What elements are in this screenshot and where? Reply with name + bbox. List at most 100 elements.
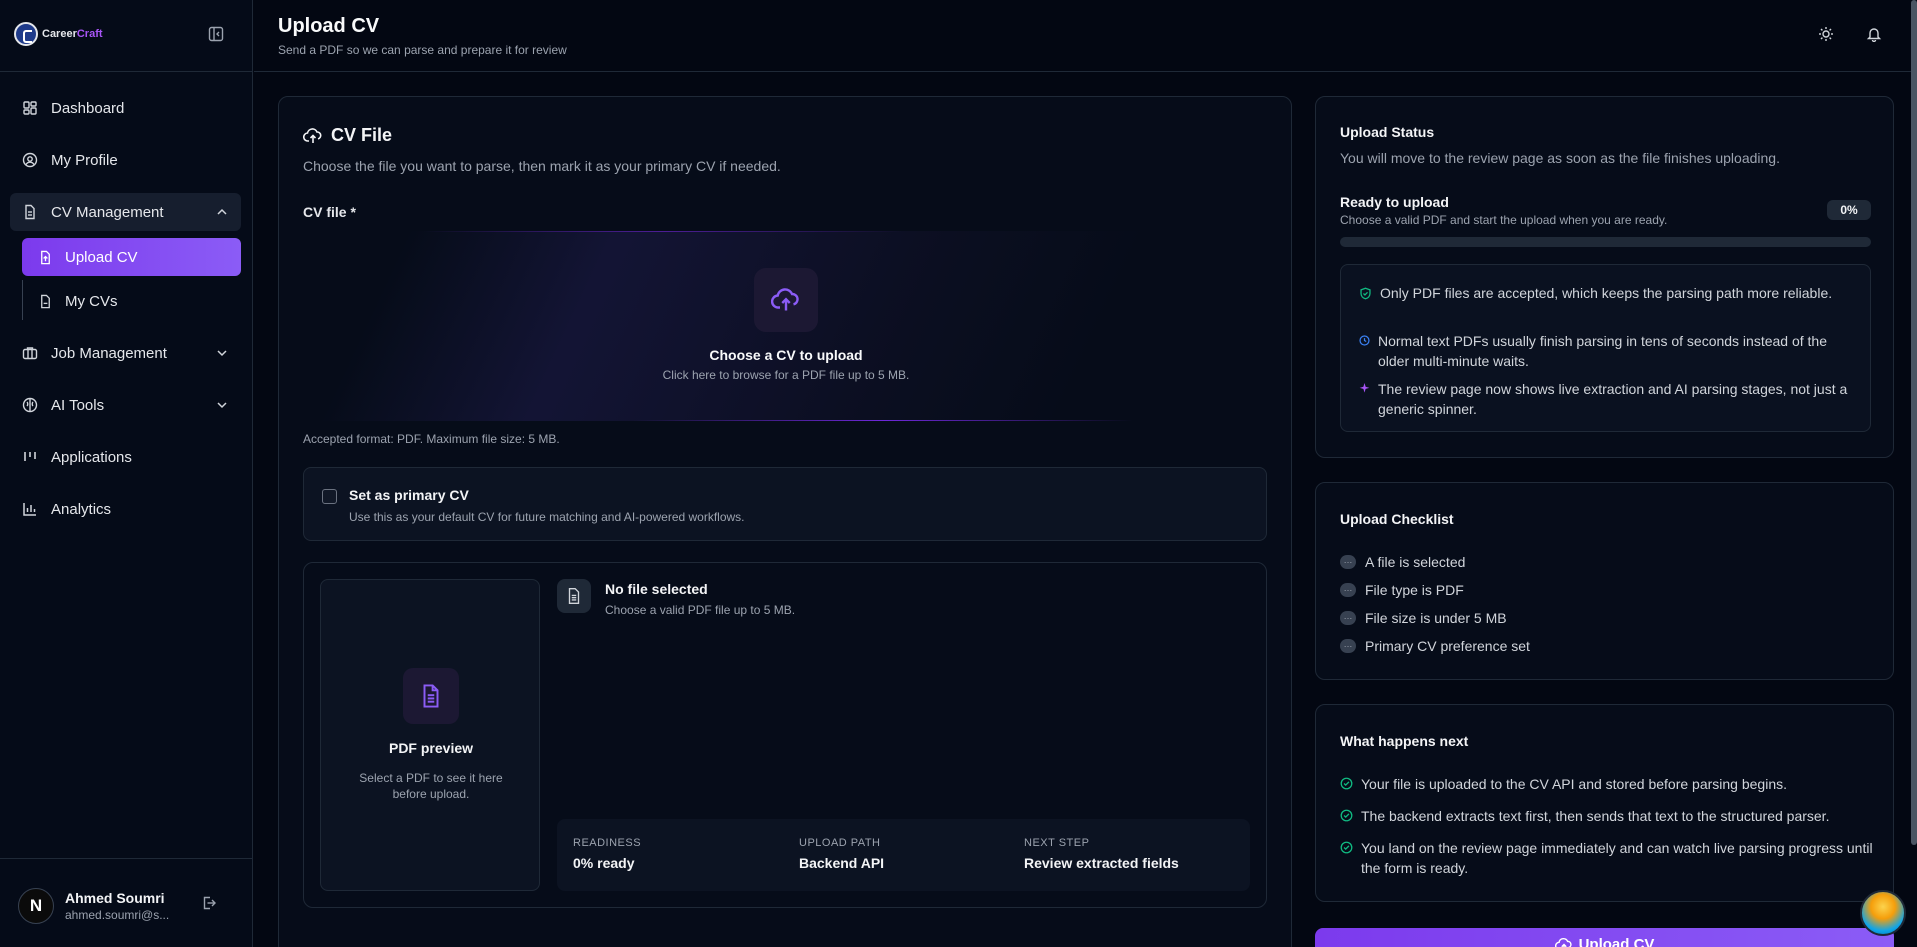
user-circle-icon [22, 152, 38, 168]
nav-upload-cv-label: Upload CV [65, 248, 138, 266]
what-happens-next-card: What happens next Your file is uploaded … [1315, 704, 1894, 902]
sidebar: CareerCraft Dashboard My Profile CV Mana… [0, 0, 253, 947]
pdf-file-icon [403, 668, 459, 724]
next-step-item: You land on the review page immediately … [1340, 838, 1880, 878]
page-subtitle: Send a PDF so we can parse and prepare i… [278, 43, 567, 57]
cv-file-label: CV file * [303, 204, 356, 220]
cv-file-description: Choose the file you want to parse, then … [303, 158, 781, 174]
progress-percent-badge: 0% [1827, 200, 1871, 220]
nav-upload-cv[interactable]: Upload CV [22, 238, 241, 276]
nav-my-profile[interactable]: My Profile [10, 141, 241, 179]
note-item: Normal text PDFs usually finish parsing … [1359, 331, 1859, 371]
dropzone-border-bottom [633, 420, 1133, 421]
ready-subtitle: Choose a valid PDF and start the upload … [1340, 213, 1668, 227]
upload-stats: READINESS 0% ready UPLOAD PATH Backend A… [557, 819, 1250, 891]
check-circle-icon [1340, 777, 1353, 790]
nav-analytics[interactable]: Analytics [10, 490, 241, 528]
chevron-down-icon [217, 402, 227, 409]
next-title: What happens next [1340, 733, 1469, 749]
cloud-upload-icon [303, 127, 322, 143]
pending-icon: … [1340, 611, 1356, 625]
avatar: N [18, 888, 54, 924]
primary-cv-title: Set as primary CV [349, 487, 469, 503]
shield-check-icon [1360, 287, 1371, 300]
sidebar-divider [0, 71, 253, 72]
check-circle-icon [1340, 809, 1353, 822]
cloud-upload-icon [754, 268, 818, 332]
check-circle-icon [1340, 841, 1353, 854]
dropzone-subtitle: Click here to browse for a PDF file up t… [662, 368, 910, 382]
chevron-down-icon [217, 350, 227, 357]
nav-job-management[interactable]: Job Management [10, 334, 241, 372]
bell-icon[interactable] [1866, 26, 1882, 42]
cloud-upload-icon [1554, 937, 1572, 947]
primary-cv-subtitle: Use this as your default CV for future m… [349, 510, 745, 524]
sparkles-icon [1359, 383, 1370, 393]
checklist-item: … File type is PDF [1340, 582, 1464, 598]
logo-icon [14, 22, 38, 46]
nav-cv-management[interactable]: CV Management [10, 193, 241, 231]
next-step-item: Your file is uploaded to the CV API and … [1340, 774, 1880, 794]
sun-icon[interactable] [1818, 26, 1834, 42]
nav-applications-label: Applications [51, 448, 132, 466]
file-icon [41, 294, 50, 308]
nav-my-cvs[interactable]: My CVs [22, 282, 241, 320]
stat-readiness: READINESS 0% ready [573, 837, 642, 871]
primary-cv-option[interactable]: Set as primary CV Use this as your defau… [303, 467, 1267, 541]
user-name: Ahmed Soumri [65, 890, 165, 906]
sidebar-divider [0, 858, 253, 859]
user-menu[interactable]: N Ahmed Soumri ahmed.soumri@s... [18, 888, 169, 924]
checklist-item: … File size is under 5 MB [1340, 610, 1507, 626]
accepted-format-note: Accepted format: PDF. Maximum file size:… [303, 432, 560, 446]
nav-job-management-label: Job Management [51, 344, 167, 362]
primary-cv-checkbox[interactable] [322, 489, 337, 504]
assistant-avatar-button[interactable] [1860, 890, 1906, 936]
nav-cv-management-label: CV Management [51, 203, 164, 221]
checklist-item: … Primary CV preference set [1340, 638, 1530, 654]
next-step-item: The backend extracts text first, then se… [1340, 806, 1880, 826]
ready-title: Ready to upload [1340, 194, 1449, 210]
cv-file-card: CV File Choose the file you want to pars… [278, 96, 1292, 947]
upload-checklist-card: Upload Checklist … A file is selected … Fi… [1315, 482, 1894, 680]
cv-file-heading: CV File [303, 125, 392, 146]
upload-status-description: You will move to the review page as soon… [1340, 150, 1780, 166]
nav-analytics-label: Analytics [51, 500, 112, 518]
upload-cv-button[interactable]: Upload CV [1315, 928, 1894, 947]
brand-logo[interactable]: CareerCraft [14, 22, 103, 46]
pdf-preview-title: PDF preview [388, 740, 474, 756]
nav-ai-tools-label: AI Tools [51, 396, 105, 414]
page-title: Upload CV [278, 15, 380, 37]
clock-icon [1359, 335, 1370, 346]
page-scrollbar[interactable] [1911, 0, 1917, 845]
brand-name: CareerCraft [42, 28, 103, 40]
briefcase-icon [22, 347, 38, 360]
nav-my-cvs-label: My CVs [65, 292, 118, 310]
kanban-icon [24, 452, 36, 461]
pdf-preview-subtitle: Select a PDF to see it here before uploa… [359, 771, 503, 801]
sidebar-collapse-icon[interactable] [208, 26, 224, 42]
pending-icon: … [1340, 639, 1356, 653]
user-email: ahmed.soumri@s... [65, 908, 170, 922]
upload-status-card: Upload Status You will move to the revie… [1315, 96, 1894, 458]
upload-status-title: Upload Status [1340, 124, 1435, 140]
stat-next-step: NEXT STEP Review extracted fields [1024, 837, 1179, 871]
nav-dashboard[interactable]: Dashboard [10, 89, 241, 127]
brain-icon [22, 397, 38, 413]
checklist-title: Upload Checklist [1340, 511, 1454, 527]
file-preview-panel: PDF preview Select a PDF to see it here … [303, 562, 1267, 908]
bar-chart-icon [23, 503, 36, 516]
dropzone-title: Choose a CV to upload [709, 347, 863, 363]
stat-upload-path: UPLOAD PATH Backend API [799, 837, 885, 871]
pending-icon: … [1340, 583, 1356, 597]
logout-icon[interactable] [201, 895, 217, 911]
checklist-item: … A file is selected [1340, 554, 1465, 570]
pending-icon: … [1340, 555, 1356, 569]
file-text-icon [557, 579, 591, 613]
upload-notes: Only PDF files are accepted, which keeps… [1340, 264, 1871, 432]
note-item: The review page now shows live extractio… [1359, 379, 1859, 419]
file-dropzone[interactable]: Choose a CV to upload Click here to brow… [303, 231, 1269, 421]
nav-applications[interactable]: Applications [10, 438, 241, 476]
nav-ai-tools[interactable]: AI Tools [10, 386, 241, 424]
note-item: Only PDF files are accepted, which keeps… [1359, 283, 1859, 303]
nav-profile-label: My Profile [51, 151, 118, 169]
